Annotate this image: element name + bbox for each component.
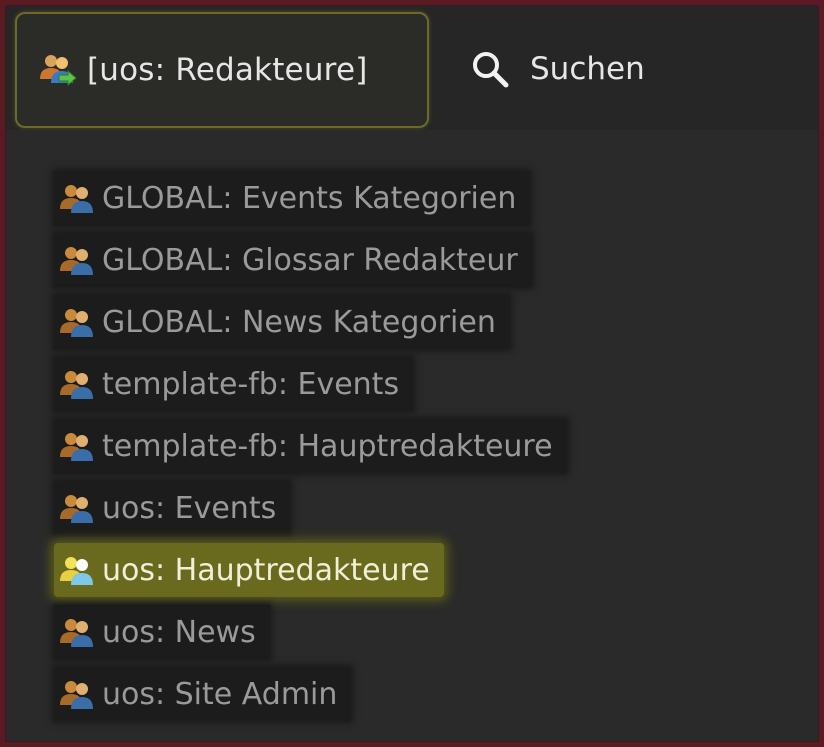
group-item[interactable]: uos: Site Admin [54,667,352,721]
user-group-icon [60,307,94,337]
group-item[interactable]: template-fb: Hauptredakteure [54,419,567,473]
group-item[interactable]: GLOBAL: News Kategorien [54,295,510,349]
user-group-icon [60,679,94,709]
group-menu-header: [uos: Redakteure] Suchen [6,6,818,130]
user-group-icon [60,369,94,399]
search-icon [470,49,510,89]
current-group-button[interactable]: [uos: Redakteure] [15,12,429,128]
user-group-icon [60,493,94,523]
group-item[interactable]: GLOBAL: Glossar Redakteur [54,233,532,287]
user-group-icon [60,555,94,585]
group-switch-icon [39,53,77,87]
search-button[interactable]: Suchen [470,36,645,102]
group-item-label: GLOBAL: Glossar Redakteur [102,242,518,278]
group-item-label: template-fb: Hauptredakteure [102,428,553,464]
group-item[interactable]: template-fb: Events [54,357,414,411]
group-item-label: uos: News [102,614,256,650]
group-item[interactable]: uos: News [54,605,270,659]
search-label: Suchen [530,51,645,87]
user-group-icon [60,245,94,275]
group-item-label: template-fb: Events [102,366,400,402]
group-menu-panel: [uos: Redakteure] Suchen GLOBAL: Events … [5,5,819,742]
group-item-label: GLOBAL: Events Kategorien [102,180,517,216]
group-item[interactable]: uos: Events [54,481,291,535]
group-list: GLOBAL: Events Kategorien GLOBAL: Glossa… [54,171,567,729]
group-item[interactable]: GLOBAL: Events Kategorien [54,171,531,225]
user-group-icon [60,431,94,461]
user-group-icon [60,617,94,647]
user-group-icon [60,183,94,213]
group-item-label: uos: Site Admin [102,676,338,712]
group-item-label: uos: Hauptredakteure [102,552,430,588]
group-item[interactable]: uos: Hauptredakteure [54,543,444,597]
current-group-label: [uos: Redakteure] [87,52,368,88]
group-item-label: GLOBAL: News Kategorien [102,304,496,340]
group-item-label: uos: Events [102,490,277,526]
